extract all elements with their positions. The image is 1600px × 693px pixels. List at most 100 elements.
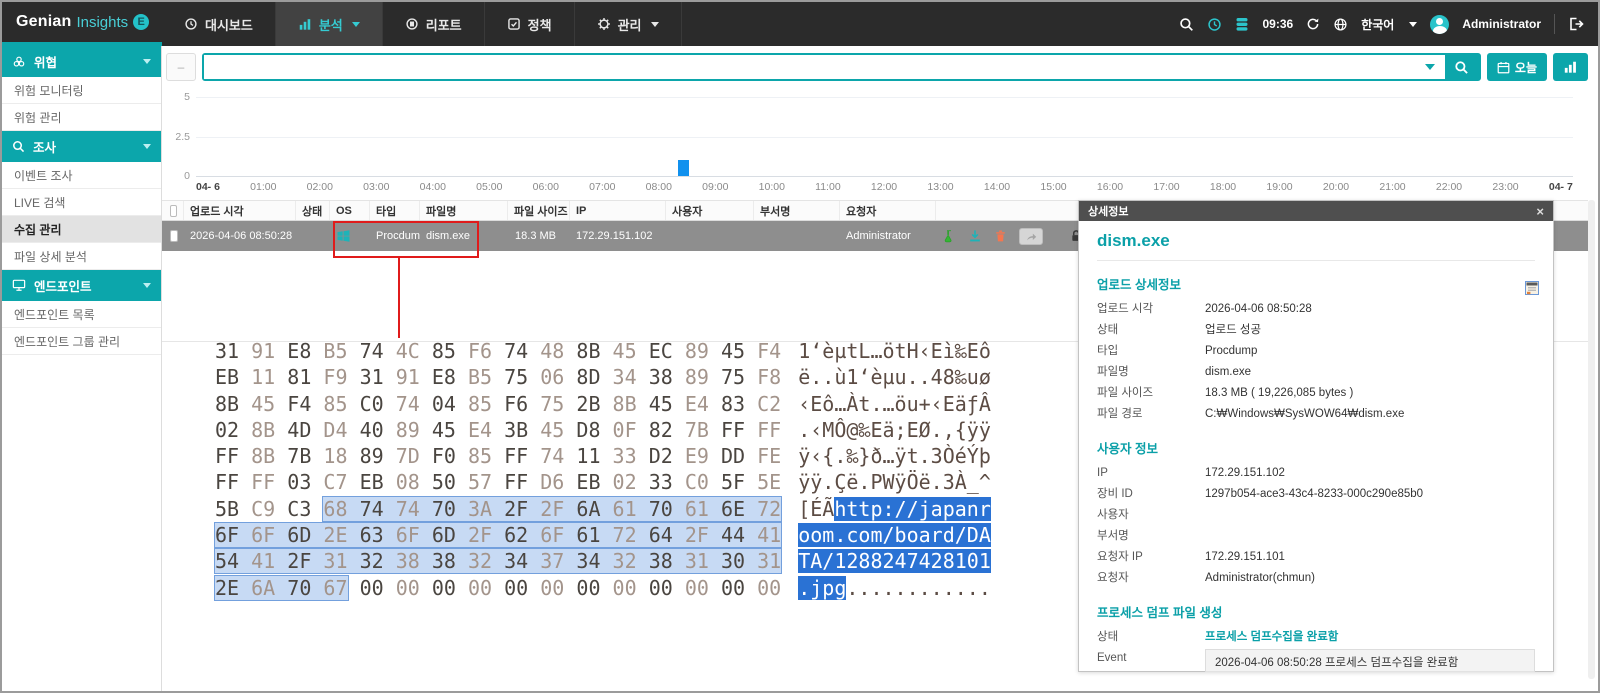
- ascii-line[interactable]: 1‘èµtL…ötH‹Eì‰Eô: [798, 338, 991, 364]
- hex-line[interactable]: 54 41 2F 31 32 38 38 32 34 37 34 32 38 3…: [215, 548, 781, 574]
- search-input[interactable]: [204, 55, 1415, 79]
- sidebar-section-endpoint[interactable]: 엔드포인트: [2, 270, 161, 301]
- panel-field-label: 파일명: [1097, 362, 1205, 383]
- panel-field-label: 상태: [1097, 320, 1205, 341]
- sidebar-item-label: 엔드포인트 목록: [14, 306, 95, 323]
- ascii-line[interactable]: [ÉÃhttp://japanr: [798, 496, 991, 522]
- nav-item-report[interactable]: 리포트: [383, 2, 485, 46]
- panel-field-value: Administrator(chmun): [1205, 568, 1315, 589]
- chart-x-tick-label: 22:00: [1436, 181, 1462, 193]
- hex-line[interactable]: 2E 6A 70 67 00 00 00 00 00 00 00 00 00 0…: [215, 575, 781, 601]
- policy-icon: [507, 17, 521, 31]
- vertical-scrollbar[interactable]: [1588, 200, 1595, 679]
- panel-field-value: 2026-04-06 08:50:28: [1205, 299, 1312, 320]
- header-checkbox-cell[interactable]: [162, 201, 184, 220]
- close-icon[interactable]: ×: [1536, 205, 1544, 218]
- hex-line[interactable]: EB 11 81 F9 31 91 E8 B5 75 06 8D 34 38 8…: [215, 364, 781, 390]
- refresh-icon[interactable]: [1306, 17, 1320, 31]
- sidebar-section-label: 조사: [33, 137, 56, 156]
- user-name[interactable]: Administrator: [1462, 17, 1541, 31]
- ascii-line[interactable]: oom.com/board/DA: [798, 522, 991, 548]
- logo-badge-icon: E: [133, 14, 149, 30]
- language-selector[interactable]: 한국어: [1361, 16, 1394, 33]
- panel-field-label: 파일 경로: [1097, 404, 1205, 425]
- timeline-chart: 02.5504- 601:0002:0003:0004:0005:0006:00…: [162, 88, 1588, 196]
- globe-icon[interactable]: [1333, 17, 1348, 32]
- user-avatar[interactable]: [1430, 15, 1449, 34]
- row-cell-check[interactable]: [162, 221, 184, 251]
- nav-item-label: 분석: [319, 15, 343, 34]
- logout-icon[interactable]: [1568, 16, 1584, 32]
- row-cell-dept: [754, 221, 840, 251]
- chart-x-tick-label: 05:00: [476, 181, 502, 193]
- ascii-line[interactable]: ë..ù1‘èµu..48‰uø: [798, 364, 991, 390]
- panel-field-value: Procdump: [1205, 341, 1257, 362]
- sidebar-item-endpoint-group-management[interactable]: 엔드포인트 그룹 관리: [2, 328, 161, 355]
- hex-line[interactable]: 6F 6F 6D 2E 63 6F 6D 2F 62 6F 61 72 64 2…: [215, 522, 781, 548]
- detail-panel: 상세정보 × dism.exe 업로드 상세정보업로드 시각 2026-04-0…: [1078, 200, 1554, 672]
- ascii-line[interactable]: .‹MÔ@‰Eä;EØ.‚{ÿÿ: [798, 417, 991, 443]
- ascii-line[interactable]: ‹Eô…Àt.…öu+‹EäƒÂ: [798, 391, 991, 417]
- sidebar-item-event-investigation[interactable]: 이벤트 조사: [2, 162, 161, 189]
- select-all-checkbox[interactable]: [170, 205, 177, 217]
- app-logo[interactable]: Genian Insights E: [2, 2, 162, 46]
- row-cell-upload_time: 2026-04-06 08:50:28: [184, 221, 296, 251]
- panel-field-value: 업로드 성공: [1205, 320, 1261, 341]
- hex-viewer[interactable]: 31 91 E8 B5 74 4C 85 F6 74 48 8B 45 EC 8…: [215, 338, 991, 601]
- chart-x-tick-label: 23:00: [1492, 181, 1518, 193]
- sidebar-item-file-analysis[interactable]: 파일 상세 분석: [2, 243, 161, 270]
- nav-item-analysis[interactable]: 분석: [276, 2, 383, 46]
- hex-line[interactable]: 31 91 E8 B5 74 4C 85 F6 74 48 8B 45 EC 8…: [215, 338, 781, 364]
- sidebar-item-threat-management[interactable]: 위험 관리: [2, 104, 161, 131]
- search-dropdown-caret-icon[interactable]: [1425, 64, 1435, 70]
- sidebar-item-live-search[interactable]: LIVE 검색: [2, 189, 161, 216]
- ascii-line[interactable]: .jpg............: [798, 575, 991, 601]
- nav-item-dashboard[interactable]: 대시보드: [162, 2, 276, 46]
- clock-status-icon[interactable]: [1207, 17, 1222, 32]
- analyze-flask-icon[interactable]: [942, 229, 956, 244]
- sidebar-section-threat[interactable]: 위협: [2, 46, 161, 77]
- chart-gridline: [196, 176, 1573, 177]
- sidebar-item-collection-management[interactable]: 수집 관리: [2, 216, 161, 243]
- logo-product: Insights: [76, 14, 128, 31]
- hex-bytes-column[interactable]: 31 91 E8 B5 74 4C 85 F6 74 48 8B 45 EC 8…: [215, 338, 781, 601]
- row-cell-requester: Administrator: [840, 221, 936, 251]
- column-header-status: 상태: [296, 201, 330, 220]
- delete-trash-icon[interactable]: [994, 229, 1007, 243]
- database-status-icon[interactable]: [1235, 17, 1249, 32]
- download-icon[interactable]: [968, 229, 982, 243]
- ascii-line[interactable]: ÿ‹{.‰}ð…ÿt.3ÒéÝþ: [798, 443, 991, 469]
- hex-line[interactable]: FF 8B 7B 18 89 7D F0 85 FF 74 11 33 D2 E…: [215, 443, 781, 469]
- sidebar-item-endpoint-list[interactable]: 엔드포인트 목록: [2, 301, 161, 328]
- bar-chart-icon: [298, 17, 312, 31]
- search-button[interactable]: [1445, 55, 1479, 79]
- histogram-toggle-button[interactable]: [1553, 53, 1588, 81]
- ascii-line[interactable]: ÿÿ.Çë.PWÿÖë.3À_^: [798, 469, 991, 495]
- sidebar-section-investigation[interactable]: 조사: [2, 131, 161, 162]
- hex-line[interactable]: 8B 45 F4 85 C0 74 04 85 F6 75 2B 8B 45 E…: [215, 391, 781, 417]
- event-log-table: 2026-04-06 08:50:28 프로세스 덤프수집을 완료함2026-0…: [1205, 649, 1535, 672]
- search-icon[interactable]: [1179, 17, 1194, 32]
- panel-field-row: 사용자: [1097, 505, 1535, 526]
- chart-x-tick-label: 14:00: [984, 181, 1010, 193]
- panel-field-label: 사용자: [1097, 505, 1205, 526]
- sidebar-item-threat-monitoring[interactable]: 위험 모니터링: [2, 77, 161, 104]
- chart-bar[interactable]: [678, 160, 689, 176]
- export-grid-icon[interactable]: [1525, 281, 1539, 295]
- panel-field-row: 파일 사이즈 18.3 MB ( 19,226,085 bytes ): [1097, 383, 1535, 404]
- row-checkbox[interactable]: [170, 230, 178, 242]
- nav-item-admin[interactable]: 관리: [575, 2, 682, 46]
- ascii-line[interactable]: TA/1288247428101: [798, 548, 991, 574]
- hex-ascii-column[interactable]: 1‘èµtL…ötH‹Eì‰Eôë..ù1‘èµu..48‰uø‹Eô…Àt.……: [798, 338, 991, 601]
- today-button[interactable]: 오늘: [1487, 53, 1547, 81]
- nav-item-policy[interactable]: 정책: [485, 2, 575, 46]
- hex-line[interactable]: 5B C9 C3 68 74 74 70 3A 2F 2F 6A 61 70 6…: [215, 496, 781, 522]
- panel-field-value: 172.29.151.102: [1205, 463, 1285, 484]
- hex-line[interactable]: 02 8B 4D D4 40 89 45 E4 3B 45 D8 0F 82 7…: [215, 417, 781, 443]
- panel-field-row: 상태 업로드 성공: [1097, 320, 1535, 341]
- language-caret-icon[interactable]: [1409, 22, 1417, 27]
- row-actions: [936, 228, 1083, 245]
- hex-line[interactable]: FF FF 03 C7 EB 08 50 57 FF D6 EB 02 33 C…: [215, 469, 781, 495]
- collapse-search-button[interactable]: –: [166, 53, 196, 81]
- panel-field-row: 장비 ID 1297b054-ace3-43c4-8233-000c290e85…: [1097, 484, 1535, 505]
